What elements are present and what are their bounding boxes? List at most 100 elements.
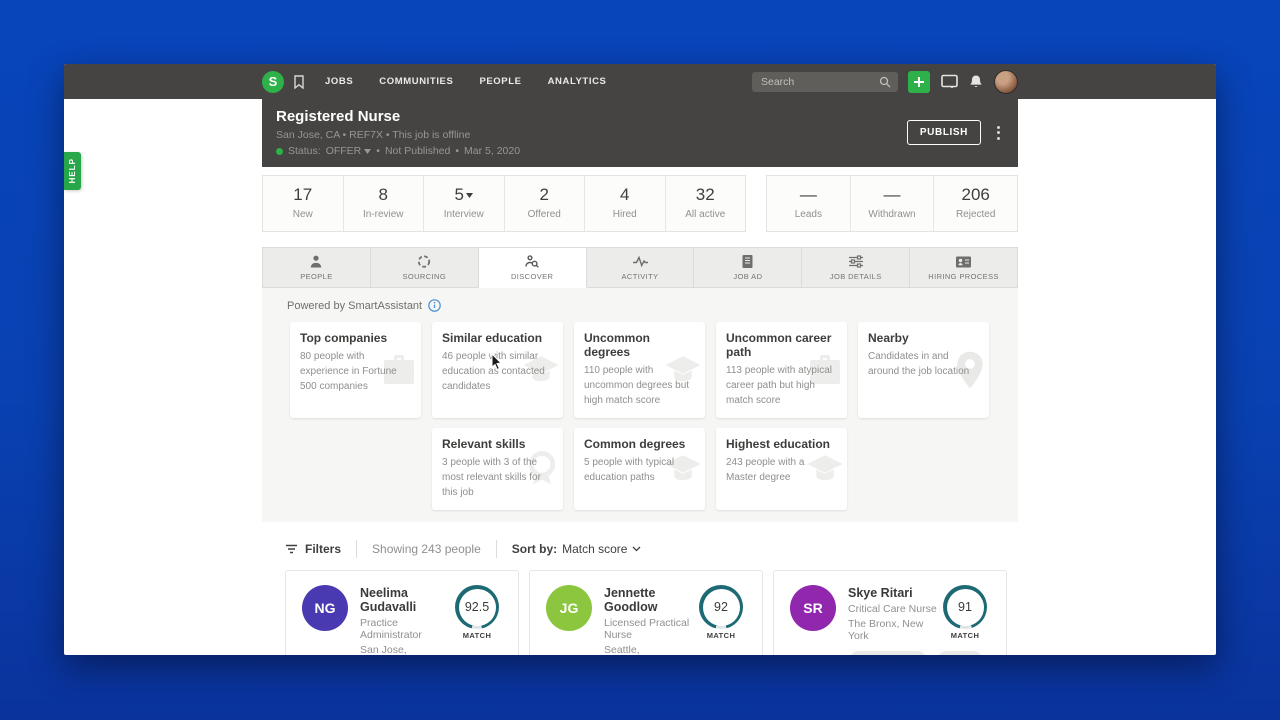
- top-navbar: S JOBS COMMUNITIES PEOPLE ANALYTICS: [64, 64, 1216, 99]
- caret-down-icon: [465, 192, 473, 198]
- info-icon[interactable]: [428, 299, 441, 312]
- stat-offered[interactable]: 2 Offered: [503, 176, 585, 231]
- tab-sourcing[interactable]: SOURCING: [370, 247, 479, 288]
- main-column: Registered Nurse San Jose, CA • REF7X • …: [262, 99, 1019, 655]
- filter-bar: Filters Showing 243 people Sort by: Matc…: [285, 540, 1018, 558]
- bookmark-icon[interactable]: [293, 74, 305, 89]
- sort-dropdown[interactable]: Sort by: Match score: [512, 542, 642, 556]
- tab-discover[interactable]: DISCOVER: [478, 247, 587, 288]
- candidate-title: Critical Care Nurse: [848, 603, 937, 615]
- discover-card-uncommon-career-path[interactable]: Uncommon career path 113 people with aty…: [716, 322, 847, 418]
- smart-assistant-panel: Powered by SmartAssistant Top companies …: [262, 288, 1018, 522]
- app-window: S JOBS COMMUNITIES PEOPLE ANALYTICS HELP: [64, 64, 1216, 655]
- candidate-location: The Bronx, New York: [848, 618, 924, 642]
- candidate-name[interactable]: Jennette Goodlow: [604, 586, 696, 614]
- mouse-cursor: [491, 353, 503, 371]
- discover-card-relevant-skills[interactable]: Relevant skills 3 people with 3 of the m…: [432, 428, 563, 510]
- help-tab-label: HELP: [68, 158, 77, 184]
- candidate-location: San Jose, California: [360, 644, 407, 655]
- nav-item-communities[interactable]: COMMUNITIES: [379, 76, 453, 87]
- candidate-card[interactable]: SR Skye Ritari Critical Care Nurse The B…: [773, 570, 1007, 655]
- document-icon: [742, 255, 753, 268]
- tab-people[interactable]: PEOPLE: [262, 247, 371, 288]
- job-title: Registered Nurse: [276, 108, 401, 125]
- nav-item-people[interactable]: PEOPLE: [479, 76, 521, 87]
- stat-hired[interactable]: 4 Hired: [584, 176, 665, 231]
- filters-button[interactable]: Filters: [285, 542, 341, 556]
- publish-button[interactable]: PUBLISH: [906, 120, 981, 145]
- candidate-title: Licensed Practical Nurse: [604, 617, 690, 641]
- discover-cards-row-2: Relevant skills 3 people with 3 of the m…: [432, 428, 1018, 510]
- job-header: Registered Nurse San Jose, CA • REF7X • …: [262, 99, 1018, 167]
- nav-item-analytics[interactable]: ANALYTICS: [548, 76, 607, 87]
- candidate-card[interactable]: JG Jennette Goodlow Licensed Practical N…: [529, 570, 763, 655]
- stat-withdrawn[interactable]: — Withdrawn: [849, 176, 934, 231]
- powered-by-label: Powered by SmartAssistant: [287, 299, 423, 312]
- match-score-gauge: 92 MATCH: [696, 585, 746, 655]
- discover-card-uncommon-degrees[interactable]: Uncommon degrees 110 people with uncommo…: [574, 322, 705, 418]
- help-tab[interactable]: HELP: [64, 152, 81, 190]
- plus-icon: [914, 76, 924, 87]
- person-search-icon: [525, 255, 539, 268]
- nav-item-jobs[interactable]: JOBS: [325, 76, 353, 87]
- stat-new[interactable]: 17 New: [263, 176, 343, 231]
- candidate-title: Practice Administrator: [360, 617, 422, 641]
- more-options-icon[interactable]: [995, 124, 1002, 142]
- search-input[interactable]: [752, 71, 898, 92]
- activity-pulse-icon: [632, 255, 648, 268]
- job-subtitle: San Jose, CA • REF7X • This job is offli…: [276, 129, 471, 141]
- id-card-icon: [956, 256, 972, 267]
- tag-new: New: [935, 651, 984, 655]
- job-status-row: Status: OFFER • Not Published • Mar 5, 2…: [276, 145, 907, 157]
- caret-down-icon: [364, 148, 372, 154]
- active-stats-box: 17 New 8 In-review 5 Interview 2 Offered…: [262, 175, 746, 232]
- candidate-avatar: JG: [546, 585, 592, 631]
- tab-hiring-process[interactable]: HIRING PROCESS: [910, 247, 1019, 288]
- screen-share-icon[interactable]: [941, 74, 958, 89]
- main-nav: JOBS COMMUNITIES PEOPLE ANALYTICS: [325, 76, 606, 87]
- stat-all-active[interactable]: 32 All active: [664, 176, 746, 231]
- match-score-gauge: 92.5 MATCH: [452, 585, 502, 655]
- other-stats-box: — Leads — Withdrawn 206 Rejected: [766, 175, 1018, 232]
- match-score-gauge: 91 MATCH: [940, 585, 990, 642]
- stat-leads[interactable]: — Leads: [767, 176, 850, 231]
- filter-icon: [286, 544, 297, 554]
- discover-card-highest-education[interactable]: Highest education 243 people with a Mast…: [716, 428, 847, 510]
- job-date: Mar 5, 2020: [464, 145, 521, 157]
- status-label: Status:: [288, 145, 321, 157]
- candidate-name[interactable]: Neelima Gudavalli: [360, 586, 452, 614]
- search-icon: [879, 76, 891, 87]
- stat-interview[interactable]: 5 Interview: [423, 176, 504, 231]
- stat-rejected[interactable]: 206 Rejected: [933, 176, 1017, 231]
- status-dot: [276, 147, 283, 155]
- user-avatar[interactable]: [994, 69, 1018, 94]
- pipeline-stats: 17 New 8 In-review 5 Interview 2 Offered…: [262, 175, 1018, 232]
- candidate-card[interactable]: NG Neelima Gudavalli Practice Administra…: [285, 570, 519, 655]
- sliders-icon: [848, 255, 863, 268]
- status-dropdown[interactable]: OFFER: [326, 145, 372, 157]
- smartrecruiters-logo[interactable]: S: [262, 70, 284, 93]
- add-button[interactable]: [908, 70, 930, 93]
- chevron-down-icon: [633, 546, 641, 552]
- candidate-avatar: SR: [790, 585, 836, 631]
- candidate-avatar: NG: [302, 585, 348, 631]
- radar-circle-icon: [418, 255, 431, 268]
- notifications-bell-icon[interactable]: [969, 74, 983, 89]
- tab-activity[interactable]: ACTIVITY: [586, 247, 695, 288]
- candidate-name[interactable]: Skye Ritari: [848, 586, 940, 600]
- discover-card-common-degrees[interactable]: Common degrees 5 people with typical edu…: [574, 428, 705, 510]
- candidate-list: NG Neelima Gudavalli Practice Administra…: [285, 570, 1018, 655]
- tab-job-details[interactable]: JOB DETAILS: [802, 247, 911, 288]
- person-icon: [311, 255, 322, 268]
- candidate-location: Seattle, Washington: [604, 644, 640, 655]
- discover-card-top-companies[interactable]: Top companies 80 people with experience …: [290, 322, 421, 418]
- published-state: Not Published: [384, 145, 451, 157]
- discover-cards-row-1: Top companies 80 people with experience …: [290, 322, 1018, 418]
- tab-job-ad[interactable]: JOB AD: [694, 247, 803, 288]
- search-box: [752, 71, 898, 92]
- job-tabs: PEOPLE SOURCING DISCOVER ACTIVITY JOB AD…: [262, 247, 1019, 288]
- showing-count: Showing 243 people: [372, 542, 481, 556]
- tag-application: Application: [848, 651, 928, 655]
- stat-in-review[interactable]: 8 In-review: [342, 176, 424, 231]
- discover-card-nearby[interactable]: Nearby Candidates in and around the job …: [858, 322, 989, 418]
